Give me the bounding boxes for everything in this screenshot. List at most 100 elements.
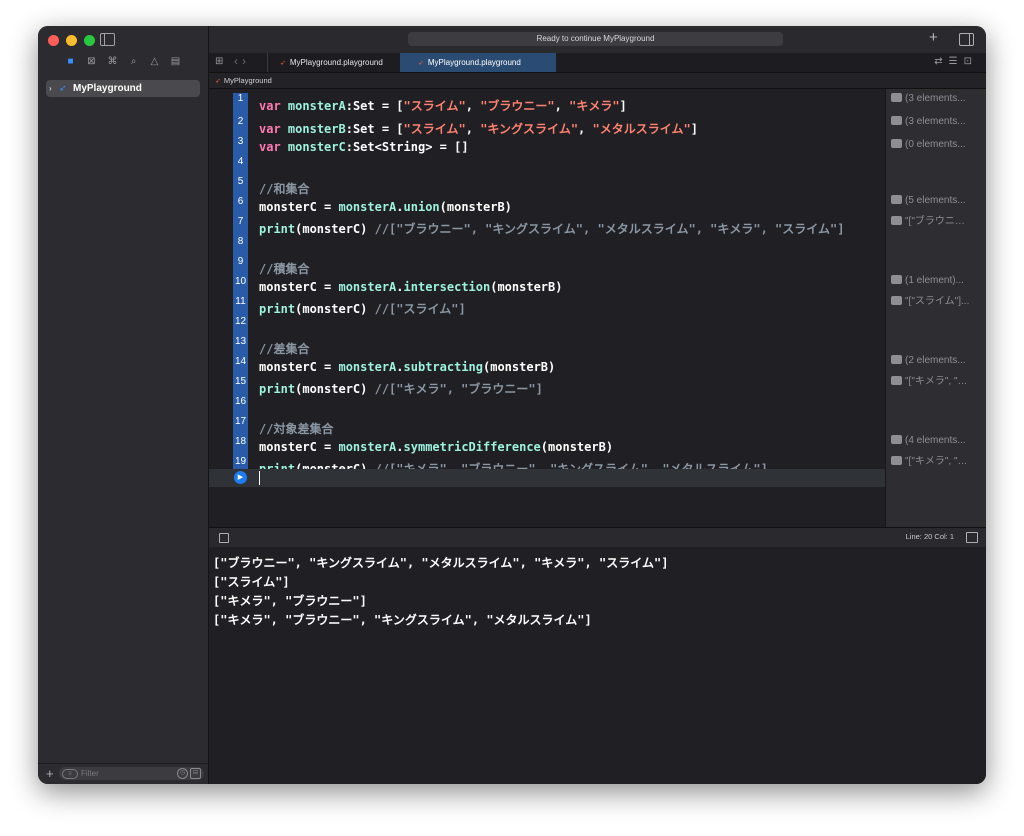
tab-playground-1[interactable]: ➶ MyPlayground.playground xyxy=(267,53,410,72)
quick-look-icon[interactable] xyxy=(891,195,902,204)
folder-icon[interactable]: ■ xyxy=(65,56,77,68)
hierarchy-icon[interactable]: ⌘ xyxy=(107,56,119,68)
quick-look-icon[interactable] xyxy=(891,456,902,465)
line-number[interactable]: 4 xyxy=(233,156,248,167)
code-text[interactable]: print(monsterC) //["スライム"] xyxy=(259,300,466,317)
result-item[interactable]: (4 elements... xyxy=(891,435,985,449)
close-window-button[interactable] xyxy=(48,35,59,46)
line-number[interactable]: 6 xyxy=(233,196,248,207)
result-item[interactable]: (5 elements... xyxy=(891,195,985,209)
line-number[interactable]: 3 xyxy=(233,136,248,147)
line-number[interactable]: 2 xyxy=(233,116,248,127)
related-items-icon[interactable]: ⊞ xyxy=(215,56,223,67)
filter-scope-icon[interactable]: ⊟ xyxy=(190,768,201,779)
line-number[interactable]: 5 xyxy=(233,176,248,187)
code-line: 1 var monsterA:Set = ["スライム", "ブラウニー", "… xyxy=(209,93,885,115)
line-number[interactable]: 7 xyxy=(233,216,248,227)
code-text[interactable]: monsterC = monsterA.subtracting(monsterB… xyxy=(259,360,555,374)
swift-icon: ➶ xyxy=(418,60,424,67)
code-comment[interactable]: //積集合 xyxy=(259,260,309,277)
line-number[interactable]: 19 xyxy=(233,456,248,467)
line-number[interactable]: 13 xyxy=(233,336,248,347)
code-text[interactable]: monsterC = monsterA.symmetricDifference(… xyxy=(259,440,613,454)
navigator-tabs: ■ ⊠ ⌘ ⌕ △ ▤ xyxy=(38,56,208,76)
jump-bar-label[interactable]: MyPlayground xyxy=(224,76,272,85)
line-number[interactable]: 18 xyxy=(233,436,248,447)
quick-look-icon[interactable] xyxy=(891,275,902,284)
back-forward-arrows-icon[interactable]: ‹› xyxy=(234,54,250,68)
source-control-icon[interactable]: ⊠ xyxy=(86,56,98,68)
line-number[interactable]: 14 xyxy=(233,356,248,367)
code-comment[interactable]: //和集合 xyxy=(259,180,309,197)
current-line-highlight: ▶ xyxy=(209,469,885,487)
code-text[interactable]: var monsterB:Set = ["スライム", "キングスライム", "… xyxy=(259,120,698,137)
code-text[interactable]: var monsterA:Set = ["スライム", "ブラウニー", "キメ… xyxy=(259,97,627,114)
code-line: 3 var monsterC:Set<String> = [] xyxy=(209,136,885,158)
quick-look-icon[interactable] xyxy=(891,296,902,305)
debug-bar: Line: 20 Col: 1 xyxy=(209,527,986,548)
run-play-icon[interactable]: ▶ xyxy=(234,471,247,484)
line-number[interactable]: 11 xyxy=(233,296,248,307)
code-comment[interactable]: //差集合 xyxy=(259,340,309,357)
report-icon[interactable]: ▤ xyxy=(170,56,182,68)
code-line: 13 //差集合 xyxy=(209,336,885,358)
quick-look-icon[interactable] xyxy=(891,216,902,225)
code-editor[interactable]: 1 var monsterA:Set = ["スライム", "ブラウニー", "… xyxy=(209,89,885,527)
code-line: 6 monsterC = monsterA.union(monsterB) xyxy=(209,196,885,218)
quick-look-icon[interactable] xyxy=(891,139,902,148)
code-text[interactable]: var monsterC:Set<String> = [] xyxy=(259,140,469,154)
console-layout-icon[interactable] xyxy=(966,532,978,543)
hide-debug-area-icon[interactable] xyxy=(219,533,229,543)
quick-look-icon[interactable] xyxy=(891,93,902,102)
recent-files-icon[interactable]: ◷ xyxy=(177,768,188,779)
zoom-window-button[interactable] xyxy=(84,35,95,46)
line-number[interactable]: 10 xyxy=(233,276,248,287)
library-plus-button[interactable]: + xyxy=(929,29,938,46)
code-line: 17 //対象差集合 xyxy=(209,416,885,438)
disclosure-chevron-icon[interactable]: › xyxy=(49,80,52,97)
result-item[interactable]: "["キメラ", "… xyxy=(891,452,985,466)
search-icon[interactable]: ⌕ xyxy=(128,56,140,68)
tab-playground-2-active[interactable]: ➶ MyPlayground.playground xyxy=(400,53,556,72)
swift-icon: ➶ xyxy=(280,60,286,67)
quick-look-icon[interactable] xyxy=(891,116,902,125)
quick-look-icon[interactable] xyxy=(891,376,902,385)
quick-look-icon[interactable] xyxy=(891,355,902,364)
add-file-button[interactable]: + xyxy=(46,766,54,781)
inspector-toggle-icon[interactable] xyxy=(959,33,974,46)
result-item[interactable]: (1 element)... xyxy=(891,275,985,289)
line-number[interactable]: 9 xyxy=(233,256,248,267)
code-text[interactable]: print(monsterC) //["ブラウニー", "キングスライム", "… xyxy=(259,220,844,237)
traffic-lights xyxy=(48,35,95,46)
warning-icon[interactable]: △ xyxy=(149,56,161,68)
result-item[interactable]: (2 elements... xyxy=(891,355,985,369)
minimize-window-button[interactable] xyxy=(66,35,77,46)
line-number[interactable]: 1 xyxy=(233,93,248,104)
result-item[interactable]: "["キメラ", "… xyxy=(891,372,985,386)
line-number[interactable]: 17 xyxy=(233,416,248,427)
code-text[interactable]: monsterC = monsterA.union(monsterB) xyxy=(259,200,512,214)
code-text[interactable]: monsterC = monsterA.intersection(monster… xyxy=(259,280,562,294)
result-item[interactable]: (3 elements... xyxy=(891,93,985,107)
editor-options-icons[interactable]: ⇄☰⊡ xyxy=(934,56,978,67)
navigator-sidebar: ■ ⊠ ⌘ ⌕ △ ▤ › ➶ MyPlayground + ≡ Filter … xyxy=(38,26,209,784)
text-cursor xyxy=(259,471,260,485)
line-number[interactable]: 16 xyxy=(233,396,248,407)
console-output[interactable]: ["ブラウニー", "キングスライム", "メタルスライム", "キメラ", "… xyxy=(209,547,986,784)
filter-options-icon[interactable]: ≡ xyxy=(62,769,78,779)
sidebar-footer: + ≡ Filter ◷ ⊟ xyxy=(38,763,208,784)
code-comment[interactable]: //対象差集合 xyxy=(259,420,333,437)
result-item[interactable]: (3 elements... xyxy=(891,116,985,130)
result-item[interactable]: (0 elements... xyxy=(891,139,985,153)
quick-look-icon[interactable] xyxy=(891,435,902,444)
code-text[interactable]: print(monsterC) //["キメラ", "ブラウニー"] xyxy=(259,380,543,397)
line-number[interactable]: 12 xyxy=(233,316,248,327)
project-navigator-item[interactable]: › ➶ MyPlayground xyxy=(46,80,200,97)
result-item[interactable]: "["ブラウニ… xyxy=(891,212,985,226)
result-item[interactable]: "["スライム"]... xyxy=(891,292,985,306)
filter-field[interactable]: ≡ Filter ◷ ⊟ xyxy=(59,767,204,780)
line-number[interactable]: 8 xyxy=(233,236,248,247)
line-number[interactable]: 15 xyxy=(233,376,248,387)
xcode-window: ■ ⊠ ⌘ ⌕ △ ▤ › ➶ MyPlayground + ≡ Filter … xyxy=(38,26,986,784)
sidebar-toggle-icon[interactable] xyxy=(100,33,115,46)
